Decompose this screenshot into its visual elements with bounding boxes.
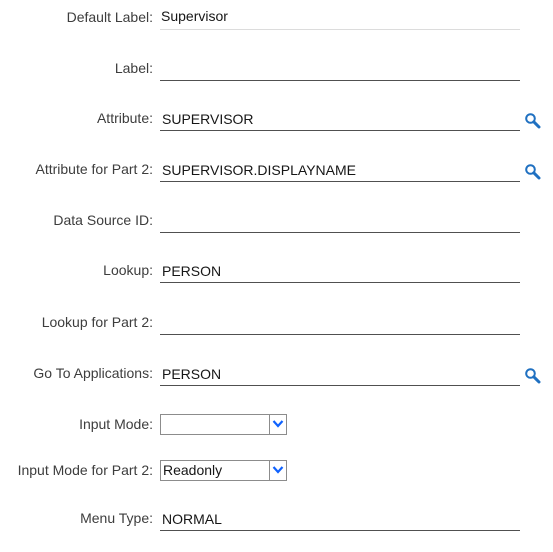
lookup-label: Lookup: xyxy=(103,262,153,278)
lookup-row: Lookup: xyxy=(0,259,553,285)
attribute-row: Attribute: xyxy=(0,107,553,133)
dropdown-button[interactable] xyxy=(269,415,286,434)
menu-type-label: Menu Type: xyxy=(80,510,153,526)
chevron-down-icon xyxy=(272,420,284,428)
input-mode-part2-label: Input Mode for Part 2: xyxy=(17,462,153,478)
attribute-part2-input[interactable] xyxy=(160,158,520,182)
dropdown-button[interactable] xyxy=(269,461,286,480)
search-icon[interactable] xyxy=(524,163,542,181)
label-input[interactable] xyxy=(160,57,520,81)
input-mode-row: Input Mode: xyxy=(0,413,553,439)
go-to-applications-row: Go To Applications: xyxy=(0,362,553,388)
menu-type-row: Menu Type: xyxy=(0,507,553,533)
chevron-down-icon xyxy=(272,466,284,474)
input-mode-part2-select[interactable]: Readonly xyxy=(160,460,287,481)
default-label-value: Supervisor xyxy=(160,6,520,30)
data-source-id-input[interactable] xyxy=(160,209,520,233)
data-source-id-label: Data Source ID: xyxy=(53,212,153,228)
go-to-applications-label: Go To Applications: xyxy=(33,365,153,381)
attribute-part2-label: Attribute for Part 2: xyxy=(35,161,154,177)
default-label-row: Default Label: Supervisor xyxy=(0,6,553,32)
search-icon[interactable] xyxy=(524,367,542,385)
data-source-id-row: Data Source ID: xyxy=(0,209,553,235)
default-label-label: Default Label: xyxy=(66,9,153,25)
input-mode-part2-value: Readonly xyxy=(163,462,223,478)
lookup-input[interactable] xyxy=(160,259,520,283)
attribute-part2-row: Attribute for Part 2: xyxy=(0,158,553,184)
lookup-part2-input[interactable] xyxy=(160,311,520,335)
input-mode-select[interactable] xyxy=(160,414,287,435)
go-to-applications-input[interactable] xyxy=(160,362,520,386)
attribute-label: Attribute: xyxy=(96,110,153,126)
label-row: Label: xyxy=(0,57,553,83)
input-mode-label: Input Mode: xyxy=(79,416,153,432)
label-label: Label: xyxy=(114,60,153,76)
search-icon[interactable] xyxy=(524,112,542,130)
attribute-input[interactable] xyxy=(160,107,520,131)
menu-type-input[interactable] xyxy=(160,507,520,531)
input-mode-part2-row: Input Mode for Part 2: Readonly xyxy=(0,459,553,485)
lookup-part2-label: Lookup for Part 2: xyxy=(41,314,153,330)
lookup-part2-row: Lookup for Part 2: xyxy=(0,311,553,337)
